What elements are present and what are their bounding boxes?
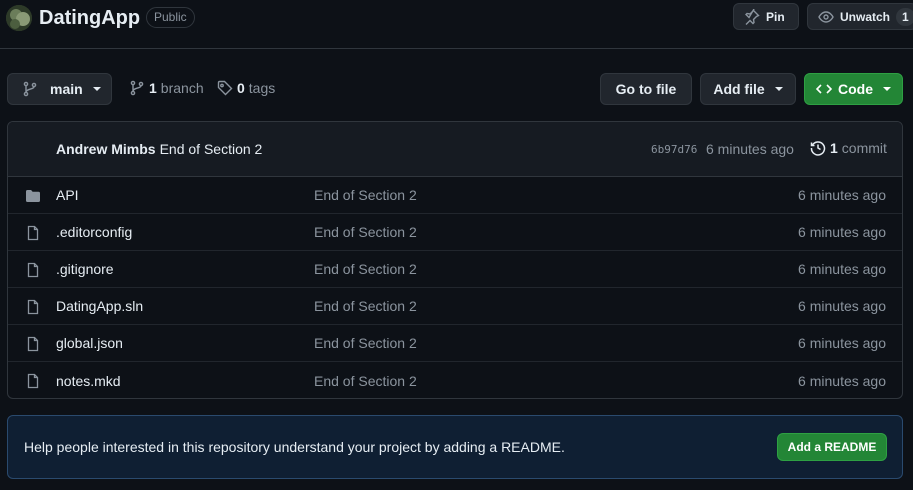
git-branch-icon [23, 81, 37, 97]
commit-message[interactable]: End of Section 2 [160, 141, 263, 157]
file-commit-time: 6 minutes ago [798, 261, 886, 277]
commit-history-link[interactable]: 1 commit [810, 140, 887, 156]
file-commit-time: 6 minutes ago [798, 335, 886, 351]
file-icon [25, 299, 41, 318]
file-row[interactable]: notes.mkd End of Section 2 6 minutes ago [8, 362, 902, 398]
commit-author[interactable]: Andrew Mimbs End of Section 2 [56, 141, 262, 157]
repo-toolbar: main 1 branch 0 tags Go to file Add file… [0, 73, 913, 105]
file-row[interactable]: .editorconfig End of Section 2 6 minutes a… [8, 214, 902, 251]
commit-author-name[interactable]: Andrew Mimbs [56, 141, 156, 157]
add-file-label: Add file [713, 81, 765, 97]
file-name-link[interactable]: .gitignore [56, 261, 114, 277]
file-row[interactable]: global.json End of Section 2 6 minutes ago [8, 325, 902, 362]
add-file-button[interactable]: Add file [700, 73, 796, 105]
tag-icon [217, 80, 233, 96]
chevron-down-icon [92, 87, 101, 91]
file-list: API End of Section 26 minutes ago .editorc… [8, 177, 902, 398]
file-name-link[interactable]: DatingApp.sln [56, 298, 143, 314]
visibility-badge: Public [146, 7, 195, 28]
file-browser: Andrew Mimbs End of Section 2 6b97d76 6 m… [7, 121, 903, 399]
add-readme-button[interactable]: Add a README [777, 433, 887, 461]
commit-time: 6 minutes ago [706, 141, 794, 157]
file-row[interactable]: API End of Section 2 6 minutes ago [8, 177, 902, 214]
commit-count-label: commit [841, 140, 887, 156]
code-label: Code [838, 81, 873, 97]
file-commit-time: 6 minutes ago [798, 298, 886, 314]
file-name-link[interactable]: API [56, 187, 79, 203]
file-commit-message[interactable]: End of Section 2 [314, 373, 417, 389]
tags-link[interactable]: 0 tags [217, 80, 275, 96]
file-commit-time: 6 minutes ago [798, 187, 886, 203]
branches-link[interactable]: 1 branch [129, 80, 204, 96]
owner-avatar[interactable] [6, 5, 32, 31]
unwatch-button[interactable]: Unwatch 1 [807, 3, 913, 30]
code-icon [816, 84, 832, 94]
file-commit-message[interactable]: End of Section 2 [314, 298, 417, 314]
branch-name: main [50, 81, 83, 97]
latest-commit-bar: Andrew Mimbs End of Section 2 6b97d76 6 m… [8, 122, 902, 177]
go-to-file-button[interactable]: Go to file [600, 73, 692, 105]
file-icon [25, 373, 41, 392]
tag-label: tags [248, 80, 276, 96]
branch-label: branch [160, 80, 204, 96]
unwatch-label: Unwatch [840, 9, 891, 24]
readme-prompt-text: Help people interested in this repositor… [24, 439, 565, 455]
tag-count: 0 [237, 80, 245, 96]
eye-icon [818, 10, 834, 23]
folder-icon [25, 188, 41, 207]
file-row[interactable]: DatingApp.sln End of Section 2 6 minutes a… [8, 288, 902, 325]
file-commit-message[interactable]: End of Section 2 [314, 261, 417, 277]
chevron-down-icon [883, 87, 891, 91]
pin-label: Pin [766, 9, 785, 24]
file-name-link[interactable]: notes.mkd [56, 373, 121, 389]
file-name-link[interactable]: global.json [56, 335, 123, 351]
repo-name-link[interactable]: DatingApp [39, 6, 140, 30]
file-commit-message[interactable]: End of Section 2 [314, 187, 417, 203]
watch-count: 1 [896, 7, 913, 26]
history-icon [810, 141, 826, 156]
file-icon [25, 225, 41, 244]
commit-sha[interactable]: 6b97d76 [651, 143, 697, 156]
pin-button[interactable]: Pin [733, 3, 799, 30]
file-commit-time: 6 minutes ago [798, 372, 886, 389]
commit-count: 1 [830, 140, 838, 156]
file-icon [25, 336, 41, 355]
branch-count: 1 [149, 80, 157, 96]
branch-selector[interactable]: main [7, 73, 112, 105]
repo-header: DatingApp Public Pin Unwatch 1 [0, 0, 913, 49]
file-name-link[interactable]: .editorconfig [56, 224, 132, 240]
file-commit-message[interactable]: End of Section 2 [314, 335, 417, 351]
pin-icon [745, 8, 760, 25]
file-commit-time: 6 minutes ago [798, 224, 886, 240]
file-commit-message[interactable]: End of Section 2 [314, 224, 417, 240]
file-icon [25, 262, 41, 281]
code-button[interactable]: Code [804, 73, 903, 105]
file-row[interactable]: .gitignore End of Section 2 6 minutes ago [8, 251, 902, 288]
git-branch-icon [130, 80, 144, 96]
readme-prompt: Help people interested in this repositor… [7, 415, 903, 479]
chevron-down-icon [774, 87, 783, 91]
